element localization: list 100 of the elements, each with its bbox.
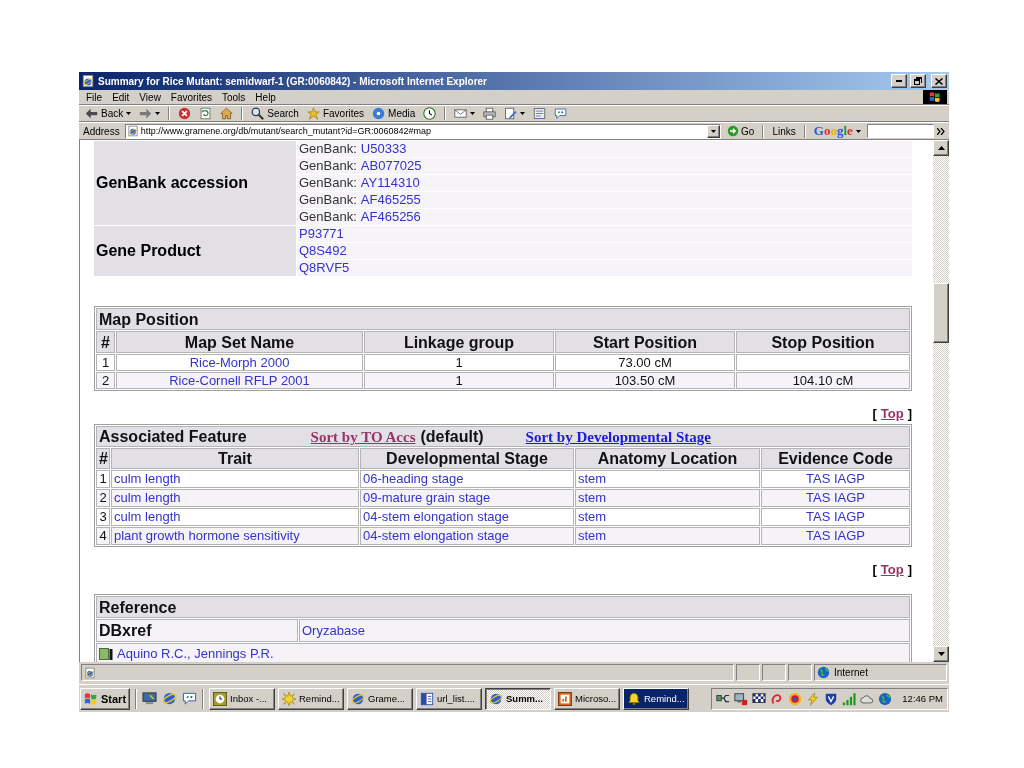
minimize-button[interactable] (891, 74, 907, 88)
left-arrow-icon (85, 107, 98, 120)
stage-link[interactable]: 04-stem elongation stage (363, 528, 509, 543)
scroll-up-button[interactable] (933, 140, 949, 156)
search-field[interactable] (866, 124, 934, 138)
links-button[interactable]: Links (769, 125, 799, 137)
refresh-icon (199, 107, 213, 120)
search-menu-button[interactable]: Google (810, 123, 864, 139)
bell-icon (627, 691, 641, 706)
go-arrow-icon (727, 125, 740, 137)
address-field[interactable]: http://www.gramene.org/db/mutant/search_mutant?id=GR:0060842#map (124, 123, 722, 139)
trait-link[interactable]: culm length (114, 471, 181, 486)
accession-link[interactable]: AF465255 (360, 192, 421, 208)
taskbar-button[interactable]: Summ... (485, 687, 551, 710)
go-button[interactable]: Go (724, 123, 758, 139)
taskbar-button[interactable]: url_list.... (416, 687, 482, 710)
trait-link[interactable]: culm length (114, 490, 181, 505)
evidence-link[interactable]: TAS IAGP (806, 528, 865, 543)
accession-link[interactable]: Q8S492 (299, 243, 347, 259)
menu-item[interactable]: Favorites (165, 91, 217, 103)
globe-ring-icon (351, 691, 365, 706)
accession-link[interactable]: AF465256 (360, 209, 421, 225)
globe-ring-icon[interactable] (162, 691, 177, 706)
taskbar-button[interactable]: Microso... (554, 687, 620, 710)
stage-link[interactable]: 06-heading stage (363, 471, 464, 486)
evidence-link[interactable]: TAS IAGP (806, 490, 865, 505)
target-icon[interactable] (788, 691, 803, 706)
column-header: # (96, 331, 115, 353)
search-button[interactable]: Search (248, 106, 302, 121)
taskbar-button[interactable]: Remind... (278, 687, 344, 710)
scrollbar-thumb[interactable] (933, 283, 949, 343)
shield-icon[interactable] (824, 691, 839, 706)
dropdown-button[interactable] (707, 124, 721, 138)
location-link[interactable]: stem (578, 471, 607, 486)
dbxref-link[interactable]: Oryzabase (302, 622, 365, 638)
table-cell: 4 (96, 527, 110, 545)
media-button[interactable]: Media (369, 106, 419, 121)
top-link[interactable]: Top (880, 406, 904, 421)
caret-icon (520, 112, 526, 115)
window-title: Summary for Rice Mutant: semidwarf-1 (GR:0060842) - Microsoft Internet Explorer (98, 75, 488, 87)
sort-link[interactable]: Sort by TO Accs (310, 429, 416, 446)
status-panel (788, 664, 812, 681)
taskbar-button[interactable]: Inbox -... (209, 687, 275, 710)
top-link[interactable]: Top (880, 562, 904, 577)
accession-link[interactable]: P93771 (299, 226, 344, 242)
globe-ring-icon (489, 691, 503, 706)
table-cell: 2 (96, 372, 115, 389)
column-header: # (96, 448, 110, 469)
table-cell: 1 (96, 470, 110, 488)
right-arrow-icon (139, 107, 153, 120)
source-label: GenBank: (299, 158, 357, 174)
column-header: Developmental Stage (360, 448, 574, 469)
accession-link[interactable]: AB077025 (360, 158, 422, 174)
scrollbar-track[interactable] (933, 140, 949, 662)
citation-link[interactable]: Aquino R.C., Jennings P.R. (117, 647, 274, 661)
globe-icon[interactable] (878, 691, 893, 706)
chevron-icon[interactable] (937, 127, 945, 135)
caret-icon (855, 129, 861, 133)
accession-link[interactable]: U50333 (360, 141, 407, 157)
accession-link[interactable]: AY114310 (360, 175, 420, 191)
table-title: Reference (96, 596, 910, 618)
zone-label: Internet (834, 667, 868, 678)
close-button[interactable] (931, 74, 947, 88)
location-link[interactable]: stem (578, 509, 607, 524)
trait-link[interactable]: culm length (114, 509, 181, 524)
stage-link[interactable]: 09-mature grain stage (363, 490, 491, 505)
restore-button[interactable] (910, 74, 926, 88)
evidence-link[interactable]: TAS IAGP (806, 509, 865, 524)
column-header: Map Set Name (116, 331, 363, 353)
flag-icon (84, 691, 98, 706)
map-set-link[interactable]: Rice-Cornell RFLP 2001 (169, 373, 310, 388)
stage-link[interactable]: 04-stem elongation stage (363, 509, 509, 524)
desktop-icon[interactable] (142, 691, 157, 706)
sort-link[interactable]: Sort by Developmental Stage (525, 429, 711, 446)
scroll-down-button[interactable] (933, 646, 949, 662)
menu-item[interactable]: View (134, 91, 166, 103)
accession-link[interactable]: Q8RVF5 (299, 260, 350, 276)
map-set-link[interactable]: Rice-Morph 2000 (189, 355, 290, 370)
down-arrow-icon (937, 652, 945, 656)
evidence-link[interactable]: TAS IAGP (806, 471, 865, 486)
location-link[interactable]: stem (578, 528, 607, 543)
globe-icon (817, 666, 830, 679)
favorites-button[interactable]: Favorites (303, 106, 368, 121)
speech-bubble-icon[interactable] (182, 691, 197, 706)
start-button[interactable]: Start (80, 687, 130, 710)
location-link[interactable]: stem (578, 490, 607, 505)
back-button[interactable]: Back (82, 106, 135, 121)
trait-link[interactable]: plant growth hormone sensitivity (114, 528, 300, 543)
menu-item[interactable]: File (81, 91, 108, 103)
slide-icon (558, 691, 572, 706)
menu-item[interactable]: Help (250, 91, 281, 103)
taskbar-button[interactable]: Remind... (623, 687, 689, 710)
table-title: Map Position (96, 308, 910, 330)
taskbar-button[interactable]: Grame... (347, 687, 413, 710)
checkered-flag-icon[interactable] (752, 691, 767, 706)
menu-item[interactable]: Edit (107, 91, 135, 103)
table-cell: 104.10 cM (736, 372, 910, 389)
menu-item[interactable]: Tools (217, 91, 251, 103)
monitor-icon[interactable] (734, 691, 749, 706)
bracket-text: ] (907, 406, 912, 421)
